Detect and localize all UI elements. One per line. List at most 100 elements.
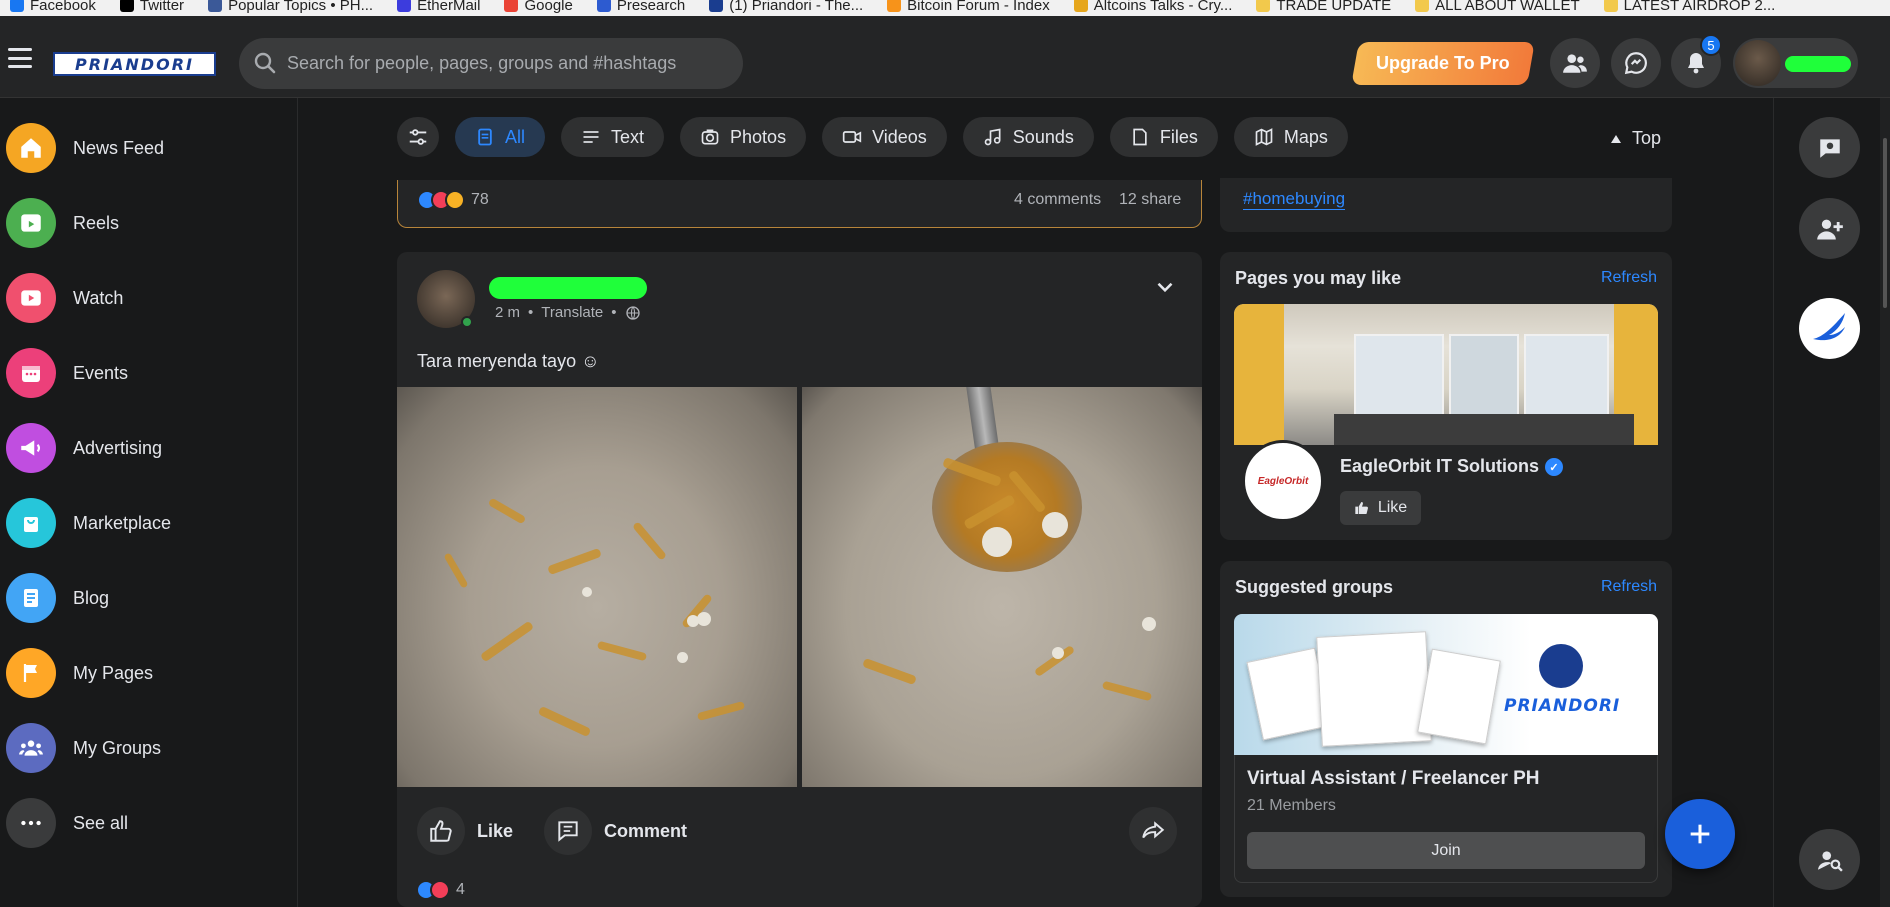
tab-files[interactable]: Files [1109,117,1218,157]
globe-icon [625,305,640,320]
sidebar-item-my-groups[interactable]: My Groups [6,722,161,774]
sidebar-item-reels[interactable]: Reels [6,197,119,249]
page-cover-image[interactable] [1234,304,1658,445]
facebook-icon [10,0,24,12]
search-input[interactable]: Search for people, pages, groups and #ha… [239,38,743,89]
find-people-button[interactable] [1799,829,1860,890]
sidebar-item-news-feed[interactable]: News Feed [6,122,164,174]
filter-settings-button[interactable] [397,117,439,157]
comments-count[interactable]: 4 comments [1014,191,1101,209]
bookmark-wallet[interactable]: ALL ABOUT WALLET [1405,0,1580,16]
bookmarks-bar: Facebook Twitter Popular Topics • PH... … [0,0,1890,16]
bookmark-google[interactable]: Google [494,0,573,16]
bookmark-twitter[interactable]: Twitter [110,0,184,16]
priandori-icon [709,0,724,12]
groups-refresh-link[interactable]: Refresh [1601,578,1657,596]
group-name[interactable]: Virtual Assistant / Freelancer PH [1247,768,1540,790]
sidebar-item-events[interactable]: Events [6,347,128,399]
post-photo-1[interactable] [397,387,797,787]
caret-up-icon [1611,134,1621,143]
page-name: EagleOrbit IT Solutions [1340,456,1540,476]
tab-videos[interactable]: Videos [822,117,947,157]
sidebar-item-my-pages[interactable]: My Pages [6,647,153,699]
messages-button[interactable] [1611,38,1661,88]
bookmark-presearch[interactable]: Presearch [587,0,685,16]
redacted-author-name[interactable] [489,277,647,299]
bookmark-priandori[interactable]: (1) Priandori - The... [699,0,863,16]
hamburger-menu-icon[interactable] [8,48,32,68]
groups-title: Suggested groups [1235,577,1394,597]
post-caption: Tara meryenda tayo ☺ [417,351,600,371]
sidebar-item-blog[interactable]: Blog [6,572,109,624]
page-like-button[interactable]: Like [1340,491,1421,525]
comment-button[interactable]: Comment [544,807,687,855]
plus-icon [1690,824,1710,844]
post-reaction-summary[interactable]: 4 [416,880,465,900]
tab-maps[interactable]: Maps [1233,117,1348,157]
site-logo[interactable]: PRIANDORI [53,52,216,76]
upgrade-button[interactable]: Upgrade To Pro [1351,42,1535,85]
join-group-button[interactable]: Join [1247,832,1645,869]
translate-link[interactable]: Translate [541,304,603,321]
profile-menu[interactable] [1733,38,1858,88]
page-scrollbar[interactable] [1880,98,1890,907]
tab-all[interactable]: All [455,117,546,157]
comment-icon [544,807,592,855]
sidebar-item-marketplace[interactable]: Marketplace [6,497,171,549]
bookmark-ethermail[interactable]: EtherMail [387,0,480,16]
tab-photos[interactable]: Photos [680,117,807,157]
post-time[interactable]: 2 m [495,304,520,321]
bookmark-bitcoin-forum[interactable]: Bitcoin Forum - Index [877,0,1050,16]
add-friend-button[interactable] [1799,198,1860,259]
reaction-summary[interactable]: 78 [417,190,489,210]
bell-icon [1688,53,1704,74]
thumbs-up-icon [1355,502,1368,514]
ethermail-icon [397,0,412,12]
folder-icon [1256,0,1271,12]
folder-icon [1415,0,1430,12]
bookmark-popular-topics[interactable]: Popular Topics • PH... [198,0,373,16]
page-name-row[interactable]: EagleOrbit IT Solutions ✓ [1340,456,1564,477]
text-lines-icon [583,131,599,143]
sad-reaction-icon [445,190,465,210]
redacted-username [1785,56,1851,72]
pages-refresh-link[interactable]: Refresh [1601,269,1657,287]
create-post-fab[interactable] [1665,799,1735,869]
sort-top-button[interactable]: Top [1610,128,1661,149]
bookmark-altcoins[interactable]: Altcoins Talks - Cry... [1064,0,1232,16]
calendar-icon [6,348,56,398]
map-icon [1255,128,1273,146]
sidebar-item-watch[interactable]: Watch [6,272,123,324]
group-banner-logo: PRIANDORI [1504,696,1621,716]
share-button[interactable] [1129,807,1177,855]
avatar [1735,40,1781,86]
post-photo-2[interactable] [802,387,1202,787]
left-sidebar: News Feed Reels Watch Events Advertising… [0,98,298,907]
hashtag-link[interactable]: #homebuying [1243,189,1346,210]
google-icon [504,0,519,12]
chat-settings-icon [1819,138,1840,158]
contact-avatar[interactable] [1799,298,1860,359]
user-search-icon [1817,850,1843,872]
like-button[interactable]: Like [417,807,513,855]
chat-settings-button[interactable] [1799,117,1860,178]
tab-text[interactable]: Text [561,117,665,157]
reels-icon [6,198,56,248]
bookmark-facebook[interactable]: Facebook [0,0,96,16]
friend-requests-button[interactable] [1550,38,1600,88]
bookmark-trade-update[interactable]: TRADE UPDATE [1246,0,1391,16]
bookmark-airdrop[interactable]: LATEST AIRDROP 2... [1594,0,1775,16]
sidebar-item-see-all[interactable]: See all [6,797,128,849]
sidebar-item-advertising[interactable]: Advertising [6,422,162,474]
group-icon [6,723,56,773]
page-logo[interactable]: EagleOrbit [1242,440,1324,522]
tab-sounds[interactable]: Sounds [962,117,1094,157]
group-cover-image[interactable]: PRIANDORI [1234,614,1658,755]
shares-count[interactable]: 12 share [1119,191,1181,209]
pages-title: Pages you may like [1235,268,1402,288]
megaphone-icon [6,423,56,473]
shopping-bag-icon [6,498,56,548]
x-icon [119,0,134,12]
chevron-down-icon[interactable] [1152,274,1178,300]
folder-icon [1603,0,1618,12]
